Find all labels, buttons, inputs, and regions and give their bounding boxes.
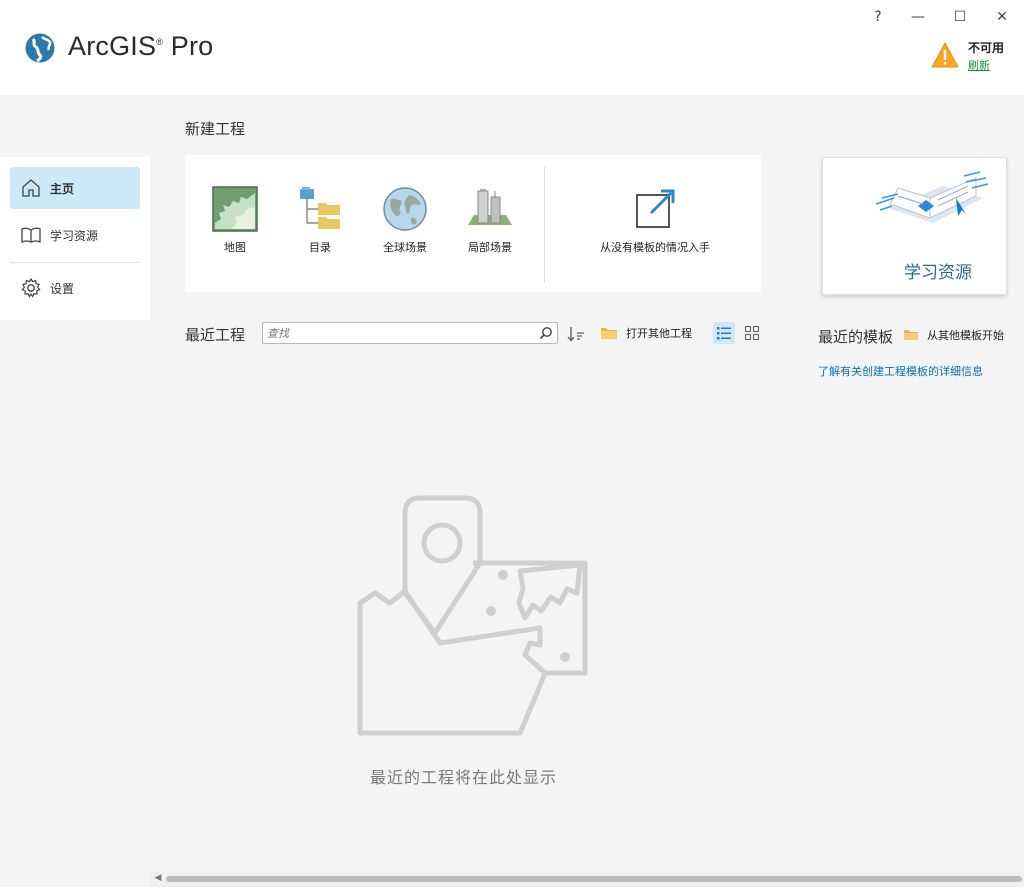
search-icon[interactable] bbox=[539, 326, 553, 340]
sidebar: 主页 学习资源 设置 bbox=[0, 157, 150, 320]
new-catalog-tile[interactable]: 目录 bbox=[280, 185, 360, 265]
license-status: 不可用 bbox=[968, 41, 1005, 55]
new-map-tile[interactable]: 地图 bbox=[195, 185, 275, 265]
close-button[interactable]: ✕ bbox=[982, 4, 1022, 30]
sidebar-item-label: 学习资源 bbox=[50, 228, 99, 243]
new-project-panel: 地图 目录 全球场景 局部场景 从没有模板的情况入手 bbox=[185, 155, 761, 292]
grid-view-button[interactable] bbox=[741, 322, 763, 344]
new-global-scene-tile[interactable]: 全球场景 bbox=[365, 185, 445, 265]
home-icon bbox=[22, 179, 40, 197]
tile-label: 目录 bbox=[309, 241, 331, 254]
catalog-icon bbox=[300, 187, 340, 229]
new-local-scene-tile[interactable]: 局部场景 bbox=[450, 185, 530, 265]
search-input[interactable] bbox=[267, 325, 533, 341]
recent-templates-heading: 最近的模板 bbox=[818, 328, 894, 346]
learning-resources-card[interactable]: 学习资源 bbox=[822, 157, 1007, 295]
open-book-illustration bbox=[875, 171, 989, 223]
horizontal-scrollbar[interactable]: ◀ bbox=[150, 871, 1024, 887]
help-button[interactable]: ? bbox=[858, 4, 898, 30]
tile-label: 全球场景 bbox=[383, 241, 427, 254]
sort-icon[interactable] bbox=[566, 324, 586, 344]
sidebar-item-home[interactable]: 主页 bbox=[10, 167, 140, 209]
map-icon bbox=[212, 186, 258, 232]
app-name-suffix: Pro bbox=[170, 31, 214, 61]
minimize-button[interactable]: — bbox=[898, 4, 938, 30]
tile-label: 从没有模板的情况入手 bbox=[600, 241, 710, 254]
sidebar-item-settings[interactable]: 设置 bbox=[10, 267, 140, 309]
folder-icon bbox=[601, 328, 617, 339]
title-bar: ArcGIS® Pro ? — ☐ ✕ 不可用 刷新 bbox=[0, 0, 1024, 95]
start-from-template-label: 从其他模板开始 bbox=[927, 329, 1004, 342]
start-from-other-template-button[interactable]: 从其他模板开始 bbox=[903, 326, 1004, 344]
recent-projects-heading: 最近工程 bbox=[185, 326, 246, 344]
app-name: ArcGIS bbox=[68, 31, 157, 61]
scroll-left-arrow-icon[interactable]: ◀ bbox=[152, 871, 164, 885]
tile-label: 局部场景 bbox=[468, 241, 512, 254]
empty-recent-message: 最近的工程将在此处显示 bbox=[370, 768, 558, 787]
sidebar-item-label: 主页 bbox=[50, 181, 75, 196]
scrollbar-thumb[interactable] bbox=[166, 876, 1022, 882]
sidebar-divider bbox=[10, 262, 140, 263]
learning-card-label: 学习资源 bbox=[904, 263, 972, 283]
list-view-button[interactable] bbox=[713, 322, 735, 344]
gear-icon bbox=[21, 277, 41, 298]
globe-icon bbox=[383, 187, 427, 231]
search-box bbox=[262, 322, 558, 344]
open-other-project-button[interactable]: 打开其他工程 bbox=[600, 322, 692, 344]
book-icon bbox=[21, 227, 41, 244]
app-title: ArcGIS® Pro bbox=[68, 31, 214, 61]
grid-view-icon bbox=[744, 325, 760, 341]
open-external-icon bbox=[636, 189, 675, 228]
empty-projects-illustration bbox=[357, 495, 588, 736]
list-view-icon bbox=[717, 327, 731, 340]
new-project-heading: 新建工程 bbox=[185, 120, 246, 138]
tile-label: 地图 bbox=[224, 241, 246, 254]
arcgis-logo-icon bbox=[25, 33, 55, 63]
open-other-project-label: 打开其他工程 bbox=[626, 327, 692, 340]
maximize-button[interactable]: ☐ bbox=[940, 4, 980, 30]
local-scene-icon bbox=[468, 189, 512, 225]
refresh-link[interactable]: 刷新 bbox=[968, 57, 990, 73]
warning-icon bbox=[931, 41, 959, 68]
template-info-link[interactable]: 了解有关创建工程模板的详细信息 bbox=[818, 363, 983, 379]
panel-divider bbox=[544, 167, 545, 283]
sidebar-item-learning[interactable]: 学习资源 bbox=[10, 214, 140, 256]
folder-icon bbox=[904, 330, 918, 340]
sidebar-item-label: 设置 bbox=[50, 281, 75, 296]
start-without-template-tile[interactable]: 从没有模板的情况入手 bbox=[585, 185, 725, 265]
